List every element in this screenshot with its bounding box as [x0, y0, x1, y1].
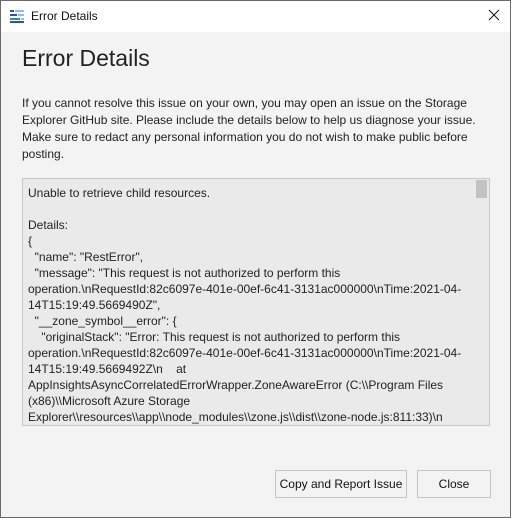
- scroll-thumb[interactable]: [476, 180, 487, 198]
- close-icon: [488, 8, 500, 26]
- intro-text: If you cannot resolve this issue on your…: [22, 96, 476, 161]
- page-title: Error Details: [22, 45, 150, 71]
- title-bar: Error Details: [1, 1, 510, 32]
- close-window-button[interactable]: [478, 1, 510, 32]
- error-details-textarea[interactable]: Unable to retrieve child resources. Deta…: [22, 178, 490, 426]
- window-title: Error Details: [31, 9, 98, 23]
- error-details-text[interactable]: Unable to retrieve child resources. Deta…: [28, 185, 476, 425]
- storage-explorer-icon: [10, 9, 24, 23]
- error-details-window: Error Details Error Details If you canno…: [0, 0, 511, 518]
- copy-and-report-issue-button[interactable]: Copy and Report Issue: [275, 470, 407, 498]
- details-scrollbar[interactable]: [475, 179, 489, 425]
- close-button[interactable]: Close: [417, 470, 491, 498]
